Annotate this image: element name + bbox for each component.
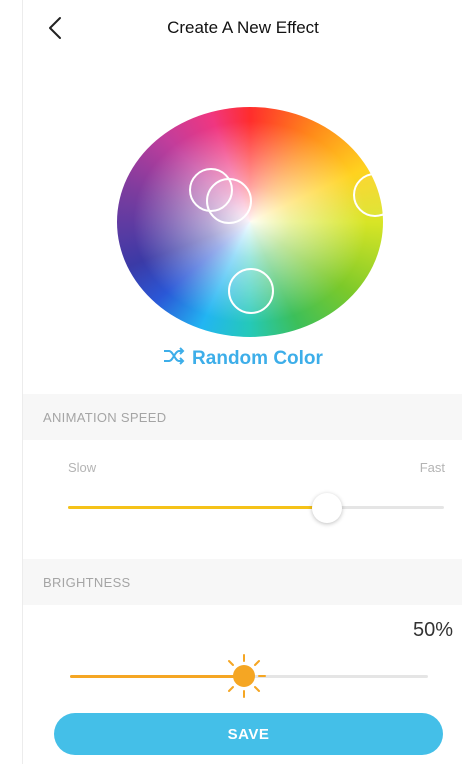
- save-button[interactable]: SAVE: [54, 713, 443, 755]
- header: Create A New Effect: [23, 0, 462, 58]
- color-wheel[interactable]: [117, 107, 383, 337]
- animation-speed-section: Slow Fast: [23, 440, 462, 554]
- animation-speed-label: ANIMATION SPEED: [43, 410, 167, 425]
- animation-speed-section-header: ANIMATION SPEED: [23, 394, 462, 440]
- color-marker-2[interactable]: [206, 178, 252, 224]
- brightness-value: 50%: [412, 619, 453, 641]
- effect-editor-screen: Create A New Effect Random Color ANIMATI…: [22, 0, 462, 764]
- color-wheel-surface[interactable]: [117, 107, 383, 337]
- random-color-button[interactable]: Random Color: [23, 346, 462, 372]
- speed-slider-thumb[interactable]: [312, 493, 342, 523]
- shuffle-icon: [162, 346, 186, 371]
- page-title: Create A New Effect: [167, 18, 319, 37]
- brightness-track-fill[interactable]: [70, 675, 244, 678]
- slow-label: Slow: [68, 460, 97, 475]
- random-color-label: Random Color: [192, 347, 323, 369]
- brightness-section-header: BRIGHTNESS: [23, 559, 462, 605]
- fast-label: Fast: [419, 460, 445, 475]
- speed-track-fill[interactable]: [68, 506, 327, 509]
- color-marker-4[interactable]: [228, 268, 274, 314]
- brightness-label: BRIGHTNESS: [43, 575, 131, 590]
- brightness-section: 50%: [23, 605, 462, 705]
- left-margin: [0, 0, 22, 764]
- sun-icon[interactable]: [221, 653, 267, 699]
